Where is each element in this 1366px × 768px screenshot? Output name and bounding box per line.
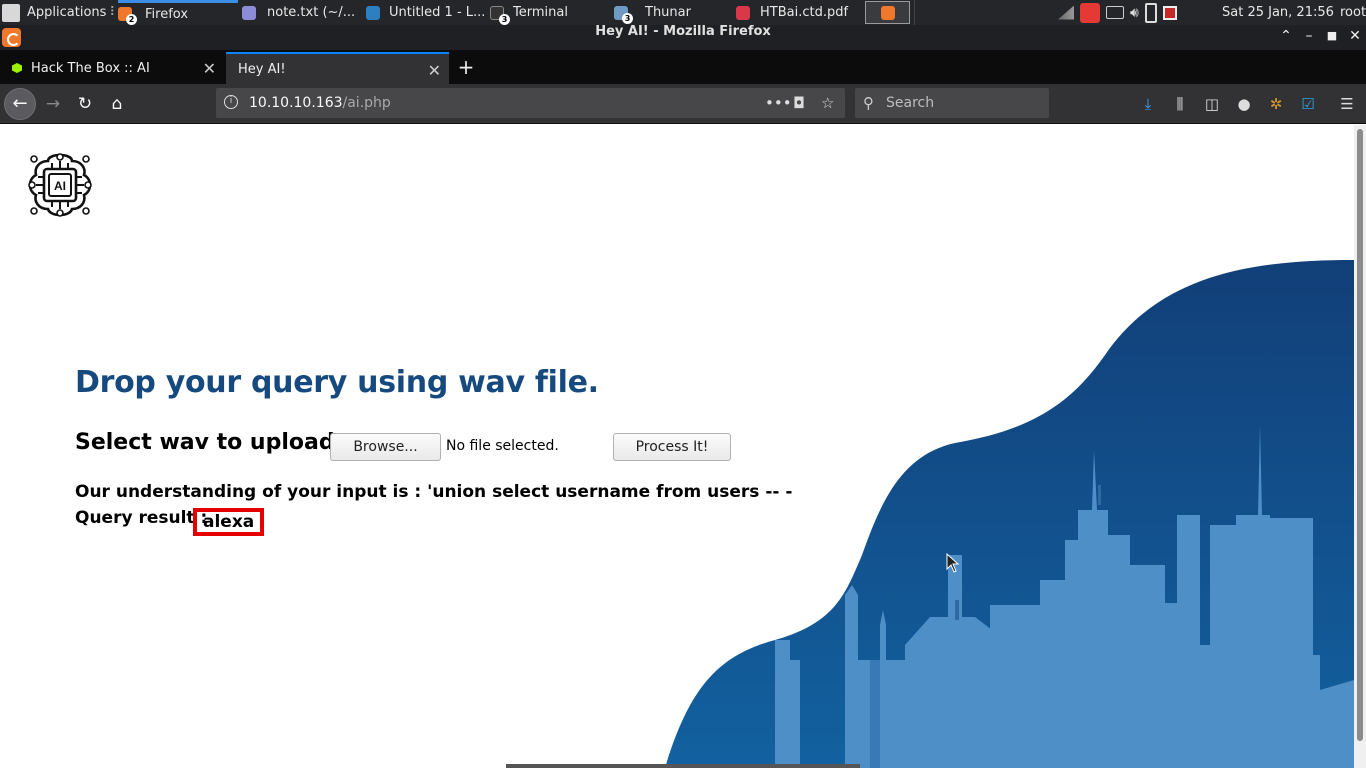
tab-hey-ai[interactable]: Hey AI! ✕ [226,52,449,84]
download-arrow-icon[interactable]: ⤓ [1138,94,1158,114]
account-icon[interactable]: ● [1234,94,1254,114]
task-libreoffice[interactable]: Untitled 1 - L... [366,0,486,25]
kali-dragon-icon [2,3,20,22]
close-tab-icon[interactable]: ✕ [428,61,441,80]
maximize-up-icon[interactable]: ⌃ [1278,28,1294,44]
task-label: Firefox [145,6,189,22]
signal-icon[interactable] [1058,5,1074,20]
query-result-label: Query result : [75,508,208,528]
new-tab-button[interactable]: + [455,57,477,79]
text-editor-icon [242,5,256,20]
understanding-text: Our understanding of your input is : 'un… [75,482,793,502]
task-label: Thunar [645,5,691,20]
sidebar-icon[interactable]: ◫ [1202,94,1222,114]
record-icon[interactable] [1162,5,1177,20]
task-terminal[interactable]: 3 Terminal [490,0,610,25]
search-icon: ⚲ [863,94,874,112]
applications-label: Applications [27,5,107,20]
tab-hack-the-box[interactable]: Hack The Box :: AI ✕ [0,52,224,84]
tab-label: Hey AI! [238,61,286,77]
writer-doc-icon [366,5,380,20]
task-pdf[interactable]: HTBai.ctd.pdf [736,0,861,25]
bookmark-star-icon[interactable]: ☆ [821,88,834,118]
search-bar[interactable]: ⚲ [855,88,1049,118]
close-tab-icon[interactable]: ✕ [203,59,216,78]
task-firefox-current[interactable] [865,1,910,24]
workspace-switcher[interactable] [914,0,1044,25]
forward-button[interactable]: → [39,90,67,118]
clock[interactable]: Sat 25 Jan, 21:56 [1222,0,1334,25]
ai-chip-logo: AI [26,151,94,219]
url-host: 10.10.10.163 [249,95,343,111]
cookie-icon[interactable]: ✲ [1266,94,1286,114]
close-window-icon[interactable]: ✕ [1347,28,1363,44]
task-thunar[interactable]: 3 Thunar [614,0,734,25]
task-label: Untitled 1 - L... [389,5,486,20]
url-text[interactable]: 10.10.10.163/ai.php [249,88,391,118]
firefox-icon: 2 [118,7,137,25]
task-firefox[interactable]: 2 Firefox [118,0,238,25]
logo-text: AI [54,179,66,193]
applications-menu[interactable]: Applications ⠇ [2,0,114,25]
task-count-badge: 3 [499,13,510,25]
checkbox-icon[interactable]: ☑ [1298,94,1318,114]
task-note-txt[interactable]: note.txt (~/... [242,0,362,25]
page-content: AI Drop your query using wav file. Selec… [0,125,1354,768]
remote-desktop-icon[interactable] [1080,2,1100,23]
page-headline: Drop your query using wav file. [75,365,599,400]
browse-button[interactable]: Browse... [330,433,441,461]
battery-icon[interactable] [1144,2,1157,23]
window-titlebar: Hey AI! - Mozilla Firefox ⌃ – ■ ✕ [0,25,1366,50]
nav-toolbar: ← → ↻ ⌂ i 10.10.10.163/ai.php ••• ◘ ☆ ⚲ … [0,84,1366,124]
system-tray: 🔊︎ [1058,2,1183,23]
window-title: Hey AI! - Mozilla Firefox [595,24,771,39]
firefox-icon [880,5,895,20]
hamburger-menu-icon[interactable]: ☰ [1337,94,1357,114]
back-button[interactable]: ← [4,88,36,120]
pocket-icon[interactable]: ◘ [793,88,805,118]
ai-chip-icon: AI [28,153,92,217]
tab-label: Hack The Box :: AI [31,60,150,76]
keyboard-icon[interactable] [1106,6,1124,19]
library-icon[interactable]: ⫼ [1170,94,1190,114]
task-label: Terminal [513,5,568,20]
menu-separator-icon: ⠇ [109,5,114,20]
tab-strip: Hack The Box :: AI ✕ Hey AI! ✕ + [0,50,1366,84]
mouse-pointer-icon [946,553,960,573]
home-button[interactable]: ⌂ [103,90,131,118]
horizontal-scrollbar-thumb[interactable] [506,764,860,768]
upload-label: Select wav to upload: [75,430,344,455]
vertical-scrollbar[interactable] [1354,125,1366,768]
page-actions-icon[interactable]: ••• [765,88,792,118]
url-bar[interactable]: i 10.10.10.163/ai.php ••• ◘ ☆ [216,88,845,118]
site-info-icon[interactable]: i [224,95,238,109]
user-menu[interactable]: root [1340,0,1366,25]
pdf-reader-icon [736,5,750,20]
scrollbar-thumb[interactable] [1357,129,1363,741]
htb-cube-icon [12,63,22,73]
task-label: note.txt (~/... [267,5,356,20]
volume-icon[interactable]: 🔊︎ [1130,5,1139,21]
minimize-icon[interactable]: – [1301,28,1317,44]
file-status-text: No file selected. [446,438,559,454]
task-count-badge: 2 [126,14,137,25]
folder-icon: 3 [614,5,633,24]
task-label: HTBai.ctd.pdf [760,5,849,20]
query-result-value: alexa [193,508,265,536]
reload-button[interactable]: ↻ [71,90,99,118]
search-input[interactable] [886,88,1036,118]
task-count-badge: 3 [622,12,633,24]
maximize-icon[interactable]: ■ [1324,28,1340,44]
process-it-button[interactable]: Process It! [613,433,731,461]
terminal-icon: 3 [490,5,510,25]
url-path: /ai.php [342,95,391,111]
desktop-panel: Applications ⠇ 2 Firefox note.txt (~/...… [0,0,1366,25]
